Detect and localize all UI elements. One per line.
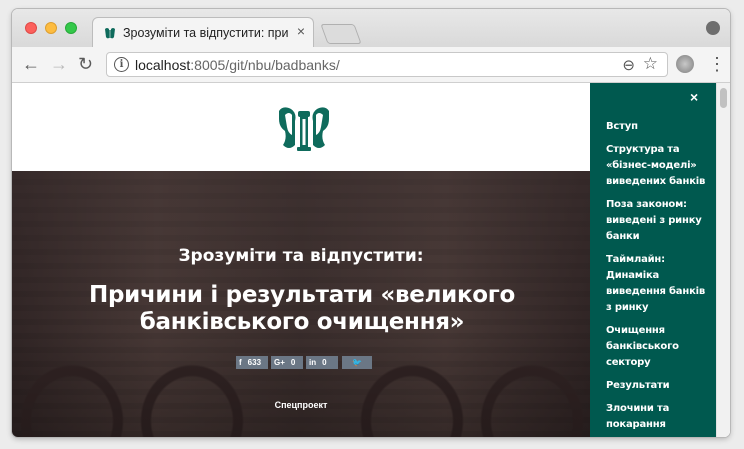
browser-menu-icon[interactable]: ⋮ [708, 54, 726, 75]
sidebar-menu: Вступ Структура та «бізнес-моделі» вивед… [606, 119, 712, 437]
browser-tab[interactable]: Зрозуміти та відпустити: при × [92, 17, 314, 47]
url-path: :8005/git/nbu/badbanks/ [190, 57, 340, 73]
linkedin-share-count: 0 [322, 358, 327, 367]
hero-section: Зрозуміти та відпустити: Причини і резул… [12, 171, 590, 437]
facebook-share-button[interactable]: f 633 [236, 356, 268, 369]
browser-window: Зрозуміти та відпустити: при × ← → ↻ i l… [12, 9, 730, 437]
browser-toolbar: ← → ↻ i localhost:8005/git/nbu/badbanks/… [12, 47, 730, 83]
url-host: localhost [135, 57, 191, 73]
url-text[interactable]: localhost:8005/git/nbu/badbanks/ [135, 57, 340, 73]
nbu-logo-icon[interactable] [273, 105, 335, 153]
google-plus-share-button[interactable]: G+ 0 [271, 356, 303, 369]
sidebar-close-icon[interactable]: × [690, 89, 698, 105]
twitter-icon: 🐦 [352, 358, 362, 367]
address-bar[interactable]: i localhost:8005/git/nbu/badbanks/ ⊖ ☆ [106, 52, 668, 77]
minimize-window-button[interactable] [45, 22, 57, 34]
sidebar-item-structure[interactable]: Структура та «бізнес-моделі» виведених б… [606, 142, 712, 190]
page-scrollbar[interactable] [716, 83, 730, 437]
linkedin-icon: in [309, 358, 317, 367]
nbu-favicon-icon [105, 28, 115, 39]
forward-arrow-icon[interactable]: → [50, 54, 68, 74]
sidebar-item-intro[interactable]: Вступ [606, 119, 712, 135]
page-header [12, 83, 590, 171]
profile-icon[interactable] [706, 21, 720, 35]
maximize-window-button[interactable] [65, 22, 77, 34]
back-arrow-icon[interactable]: ← [22, 54, 40, 74]
sidebar-item-timeline[interactable]: Таймлайн: Динаміка виведення банків з ри… [606, 252, 712, 316]
page-viewport: Зрозуміти та відпустити: Причини і резул… [12, 83, 730, 437]
google-plus-share-count: 0 [290, 358, 296, 367]
linkedin-share-button[interactable]: in 0 [306, 356, 338, 369]
sidebar-item-cleanup[interactable]: Очищення банківського сектору [606, 323, 712, 371]
hero-subtitle: Зрозуміти та відпустити: [178, 246, 424, 266]
reload-icon[interactable]: ↻ [78, 54, 93, 74]
tab-title: Зрозуміти та відпустити: при [123, 26, 289, 40]
page-title: Причини і результати «великого банківськ… [89, 282, 515, 335]
tab-close-icon[interactable]: × [297, 23, 305, 39]
facebook-share-count: 633 [247, 358, 262, 367]
sidebar-item-outlaw-banks[interactable]: Поза законом: виведені з ринку банки [606, 197, 712, 245]
title-bar: Зрозуміти та відпустити: при × [12, 9, 730, 47]
site-info-icon[interactable]: i [114, 57, 129, 72]
new-tab-button[interactable] [320, 24, 362, 44]
google-plus-icon: G+ [274, 358, 285, 367]
bookmark-star-icon[interactable]: ☆ [643, 54, 658, 74]
sidebar-nav: × Вступ Структура та «бізнес-моделі» вив… [590, 83, 716, 437]
close-window-button[interactable] [25, 22, 37, 34]
special-project-label: Спецпроект [274, 400, 328, 410]
extension-icon[interactable] [676, 55, 694, 73]
zoom-icon[interactable]: ⊖ [622, 56, 635, 74]
twitter-share-button[interactable]: 🐦 [342, 356, 372, 369]
facebook-icon: f [239, 358, 242, 367]
sidebar-item-results[interactable]: Результати [606, 378, 712, 394]
scrollbar-thumb[interactable] [720, 88, 727, 108]
sidebar-item-crimes[interactable]: Злочини та покарання [606, 401, 712, 433]
